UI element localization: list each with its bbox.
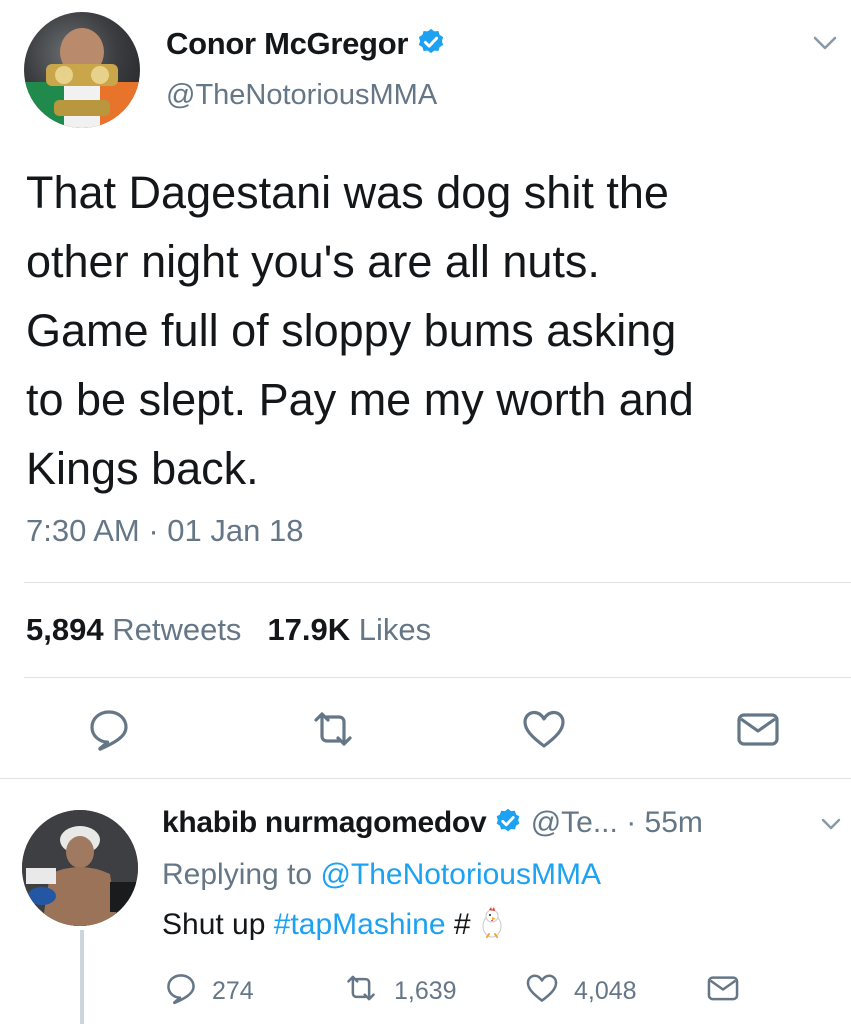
likes-count: 17.9K — [267, 612, 351, 647]
tweet-text: That Dagestani was dog shit the other ni… — [26, 167, 694, 494]
reply-bubble-icon — [164, 971, 198, 1012]
reply-author-name[interactable]: khabib nurmagomedov — [162, 806, 487, 839]
divider — [24, 677, 851, 678]
verified-badge-icon — [416, 27, 446, 65]
likes-stat[interactable]: 17.9K Likes — [267, 612, 431, 647]
likes-label: Likes — [358, 612, 432, 647]
reply-text: Shut up #tapMashine # — [162, 906, 509, 948]
retweets-count: 5,894 — [26, 612, 104, 647]
retweets-count: 1,639 — [394, 976, 457, 1005]
retweets-stat[interactable]: 5,894 Retweets — [26, 612, 241, 647]
reply-replies-action[interactable]: 274 — [164, 973, 254, 1009]
reply-retweets-action[interactable]: 1,639 — [342, 973, 457, 1009]
retweet-icon[interactable] — [308, 706, 358, 757]
chicken-emoji-icon — [475, 906, 509, 948]
hashtag-fragment: # — [453, 908, 471, 941]
heart-icon — [524, 971, 560, 1012]
retweet-icon — [342, 971, 380, 1012]
likes-count: 4,048 — [574, 976, 637, 1005]
reply-share-action[interactable] — [704, 973, 742, 1009]
reply-author-handle[interactable]: @Te... — [531, 806, 618, 839]
author-avatar[interactable] — [24, 12, 140, 128]
hashtag-link[interactable]: #tapMashine — [274, 908, 446, 941]
envelope-icon — [704, 971, 742, 1012]
heart-icon[interactable] — [520, 706, 568, 757]
divider — [0, 778, 851, 779]
replies-count: 274 — [212, 976, 254, 1005]
reply-likes-action[interactable]: 4,048 — [524, 973, 637, 1009]
thread-line — [80, 930, 84, 1024]
author-handle[interactable]: @TheNotoriousMMA — [166, 79, 437, 112]
reply-text-prefix: Shut up — [162, 908, 266, 941]
chevron-down-icon[interactable] — [820, 816, 842, 837]
reply-timestamp: · 55m — [626, 806, 703, 839]
replying-to-link[interactable]: @TheNotoriousMMA — [320, 858, 601, 891]
reply-bubble-icon[interactable] — [86, 706, 132, 757]
chevron-down-icon[interactable] — [812, 34, 838, 57]
envelope-icon[interactable] — [734, 706, 782, 757]
tweet-timestamp: 7:30 AM · 01 Jan 18 — [26, 513, 304, 548]
reply-header: khabib nurmagomedov @Te... · 55m — [162, 806, 703, 843]
tweet-stats: 5,894 Retweets 17.9K Likes — [26, 612, 431, 648]
replying-prefix: Replying to — [162, 858, 313, 891]
author-name[interactable]: Conor McGregor — [166, 26, 446, 65]
reply-author-avatar[interactable] — [22, 810, 138, 926]
replying-to-line: Replying to @TheNotoriousMMA — [162, 858, 601, 892]
retweets-label: Retweets — [112, 612, 242, 647]
divider — [24, 582, 851, 583]
author-name-text[interactable]: Conor McGregor — [166, 26, 408, 61]
verified-badge-icon — [494, 807, 522, 843]
